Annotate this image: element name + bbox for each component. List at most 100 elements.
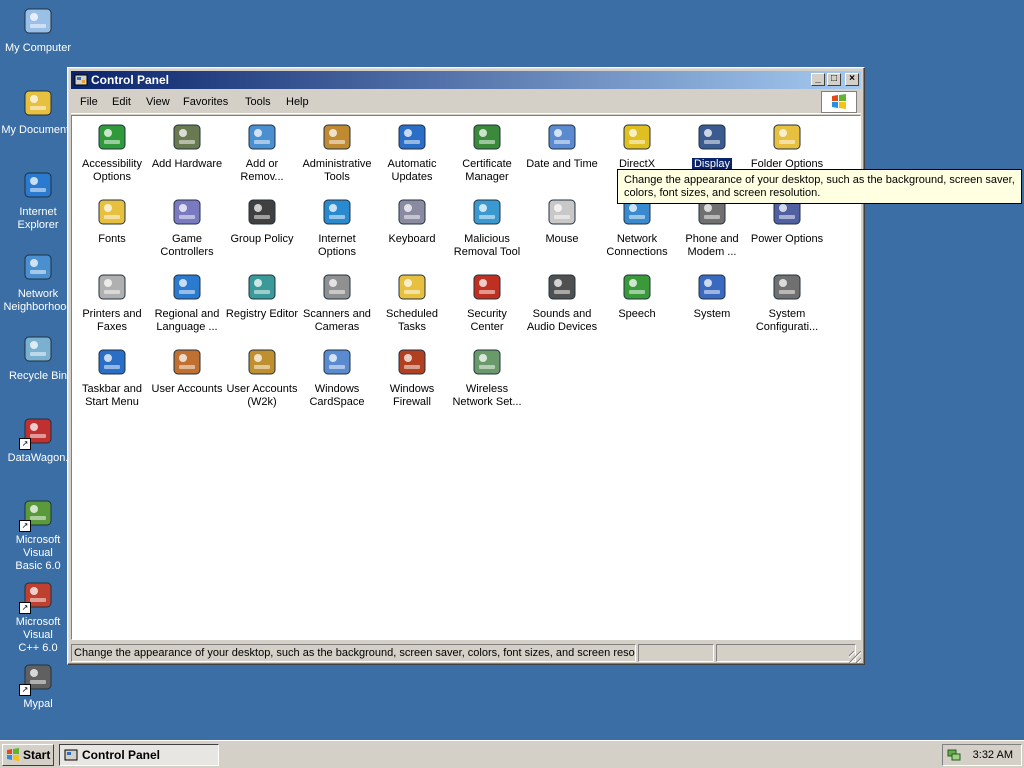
item-label: Game Controllers	[160, 233, 214, 258]
control-panel-item[interactable]: Automatic Updates	[375, 120, 449, 184]
network-icon	[21, 250, 55, 284]
control-panel-item[interactable]: Game Controllers	[150, 195, 224, 259]
item-label: Windows Firewall	[389, 383, 435, 408]
control-panel-item[interactable]: Malicious Removal Tool	[450, 195, 524, 259]
menu-favorites[interactable]: Favorites	[183, 96, 228, 108]
control-panel-item[interactable]: Group Policy	[225, 195, 299, 246]
desktop-icon[interactable]: Recycle Bin	[0, 330, 76, 383]
menu-help[interactable]: Help	[286, 96, 309, 108]
desktop-icon-label: DataWagon.	[7, 452, 69, 464]
clock[interactable]: 3:32 AM	[973, 749, 1013, 761]
minimize-button[interactable]: _	[811, 73, 825, 86]
control-panel-item[interactable]: Network Connections	[600, 195, 674, 259]
maximize-button[interactable]: □	[827, 73, 841, 86]
control-panel-item[interactable]: Wireless Network Set...	[450, 345, 524, 409]
title-bar[interactable]: Control Panel _ □ ×	[71, 71, 861, 89]
shortcut-arrow-icon: ↗	[19, 684, 31, 696]
control-panel-item[interactable]: Internet Options	[300, 195, 374, 259]
control-panel-item[interactable]: User Accounts	[150, 345, 224, 396]
cardspace-icon	[320, 345, 354, 379]
desktop-icon[interactable]: ↗ DataWagon.	[0, 412, 76, 465]
control-panel-item[interactable]: Add Hardware	[150, 120, 224, 171]
control-panel-item[interactable]: Printers and Faxes	[75, 270, 149, 334]
start-label: Start	[23, 748, 51, 762]
folder-options-icon	[770, 120, 804, 154]
item-label: Network Connections	[606, 233, 668, 258]
my-documents-icon	[21, 86, 55, 120]
network-tray-icon[interactable]	[947, 748, 961, 762]
control-panel-icon	[64, 749, 78, 761]
menu-view[interactable]: View	[146, 96, 170, 108]
item-label: Keyboard	[388, 233, 436, 245]
control-panel-window[interactable]: Control Panel _ □ × File Edit View Favor…	[67, 67, 865, 665]
user-accounts-icon	[170, 345, 204, 379]
control-panel-icon	[74, 74, 88, 86]
control-panel-item[interactable]: Add or Remov...	[225, 120, 299, 184]
item-label: System Configurati...	[755, 308, 819, 333]
item-label: Group Policy	[230, 233, 294, 245]
security-center-icon	[470, 270, 504, 304]
taskbar-button-control-panel[interactable]: Control Panel	[59, 744, 219, 766]
desktop-icon[interactable]: Network Neighborhood	[0, 248, 76, 314]
control-panel-item[interactable]: Date and Time	[525, 120, 599, 171]
desktop-icon[interactable]: ↗ Mypal	[0, 658, 76, 711]
close-button[interactable]: ×	[845, 73, 859, 86]
control-panel-item[interactable]: Certificate Manager	[450, 120, 524, 184]
keyboard-icon	[395, 195, 429, 229]
control-panel-item[interactable]: System Configurati...	[750, 270, 824, 334]
control-panel-item[interactable]: Regional and Language ...	[150, 270, 224, 334]
control-panel-item[interactable]: Display	[675, 120, 749, 171]
status-text: Change the appearance of your desktop, s…	[71, 644, 636, 662]
control-panel-item[interactable]: Scanners and Cameras	[300, 270, 374, 334]
control-panel-item[interactable]: Accessibility Options	[75, 120, 149, 184]
item-label: Printers and Faxes	[82, 308, 142, 333]
control-panel-item[interactable]: Keyboard	[375, 195, 449, 246]
item-label: Malicious Removal Tool	[453, 233, 521, 258]
item-label: Regional and Language ...	[154, 308, 220, 333]
vc6-icon: ↗	[19, 578, 55, 614]
control-panel-item[interactable]: System	[675, 270, 749, 321]
control-panel-item[interactable]: Sounds and Audio Devices	[525, 270, 599, 334]
control-panel-item[interactable]: Scheduled Tasks	[375, 270, 449, 334]
menu-tools[interactable]: Tools	[245, 96, 271, 108]
control-panel-item[interactable]: Administrative Tools	[300, 120, 374, 184]
control-panel-item[interactable]: Fonts	[75, 195, 149, 246]
certificate-icon	[470, 120, 504, 154]
menu-bar: File Edit View Favorites Tools Help	[71, 91, 861, 114]
item-label: Date and Time	[526, 158, 598, 170]
taskbar-icon	[95, 345, 129, 379]
control-panel-item[interactable]: Windows Firewall	[375, 345, 449, 409]
item-label: Automatic Updates	[387, 158, 437, 183]
item-label: Add or Remov...	[240, 158, 284, 183]
resize-grip[interactable]	[849, 651, 861, 663]
printers-icon	[95, 270, 129, 304]
user-accounts-w2k-icon	[245, 345, 279, 379]
regional-icon	[170, 270, 204, 304]
firewall-icon	[395, 345, 429, 379]
control-panel-item[interactable]: User Accounts (W2k)	[225, 345, 299, 409]
desktop-icon[interactable]: ↗ Microsoft Visual Basic 6.0	[0, 494, 76, 573]
desktop-icon[interactable]: Internet Explorer	[0, 166, 76, 232]
control-panel-item[interactable]: Folder Options	[750, 120, 824, 171]
item-label: Windows CardSpace	[309, 383, 365, 408]
item-label: Scheduled Tasks	[386, 308, 438, 333]
control-panel-item[interactable]: Windows CardSpace	[300, 345, 374, 409]
menu-edit[interactable]: Edit	[112, 96, 131, 108]
control-panel-item[interactable]: Mouse	[525, 195, 599, 246]
desktop-icon-label: My Computer	[4, 42, 72, 54]
control-panel-item[interactable]: Security Center	[450, 270, 524, 334]
control-panel-item[interactable]: Speech	[600, 270, 674, 321]
desktop-icon[interactable]: My Documents	[0, 84, 76, 137]
desktop-icon[interactable]: My Computer	[0, 2, 76, 55]
menu-file[interactable]: File	[80, 96, 98, 108]
desktop-icon[interactable]: ↗ Microsoft Visual C++ 6.0	[0, 576, 76, 655]
item-label: Certificate Manager	[462, 158, 512, 183]
registry-editor-icon	[245, 270, 279, 304]
item-label: Administrative Tools	[302, 158, 372, 183]
mouse-icon	[545, 195, 579, 229]
desktop-icon-label: My Documents	[1, 124, 75, 136]
control-panel-item[interactable]: Phone and Modem ...	[675, 195, 749, 259]
start-button[interactable]: Start	[2, 744, 54, 766]
control-panel-item[interactable]: Registry Editor	[225, 270, 299, 321]
control-panel-item[interactable]: Taskbar and Start Menu	[75, 345, 149, 409]
